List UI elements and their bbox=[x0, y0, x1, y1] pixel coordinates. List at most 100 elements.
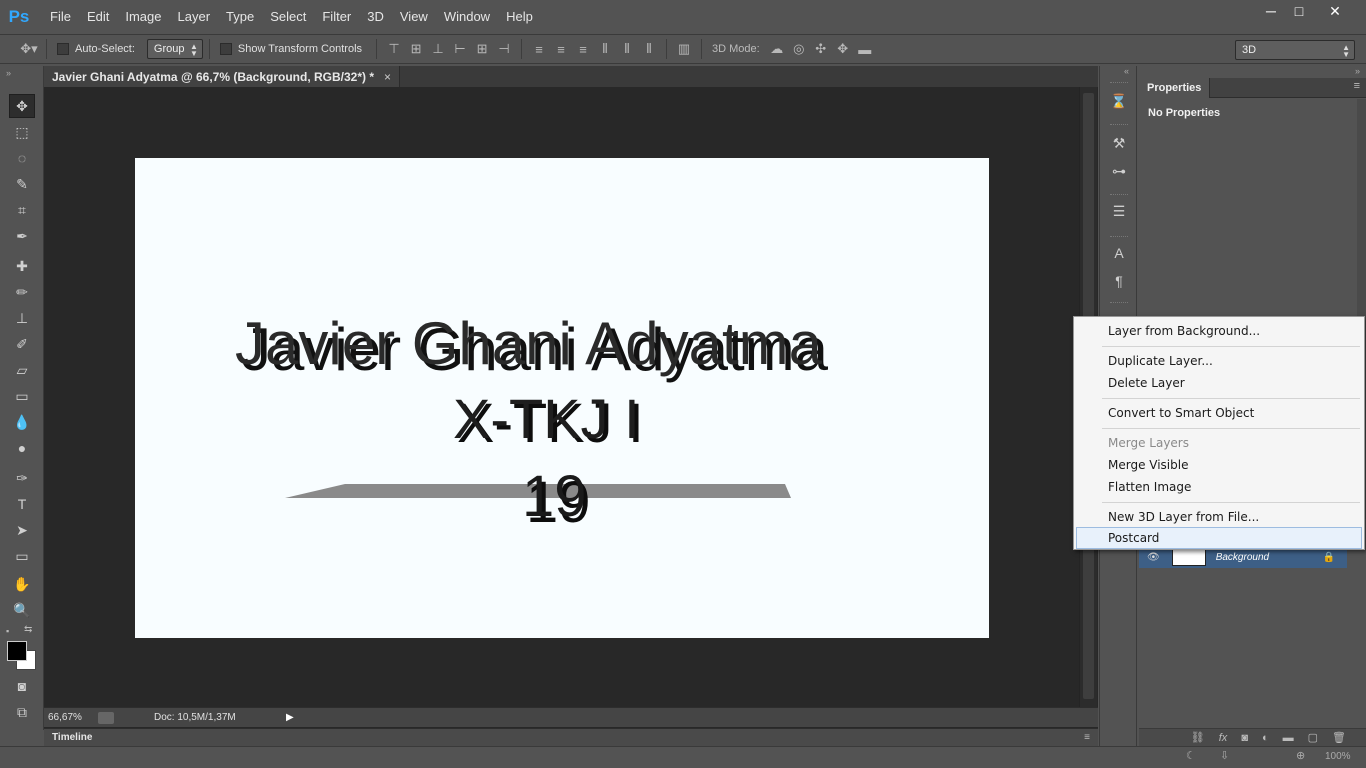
menu-select[interactable]: Select bbox=[262, 0, 314, 33]
navigate-icon[interactable]: ⇩ bbox=[1220, 749, 1229, 762]
canvas[interactable]: Javier Ghani Adyatma Javier Ghani Adyatm… bbox=[135, 158, 989, 638]
layer-comps-panel-icon[interactable]: ☰ bbox=[1107, 200, 1131, 222]
tab-properties[interactable]: Properties bbox=[1139, 78, 1211, 98]
paragraph-panel-icon[interactable]: ¶ bbox=[1107, 270, 1131, 292]
menu-type[interactable]: Type bbox=[218, 0, 262, 33]
zoom-level[interactable]: 66,67% bbox=[44, 712, 94, 723]
menu-window[interactable]: Window bbox=[436, 0, 498, 33]
dock-grip[interactable] bbox=[1110, 194, 1128, 197]
3d-rotate-icon[interactable]: ☁ bbox=[766, 38, 788, 60]
crop-tool-icon[interactable]: ⌗ bbox=[9, 198, 35, 222]
menu-item-flatten-image[interactable]: Flatten Image bbox=[1074, 476, 1364, 498]
dock-grip[interactable] bbox=[1110, 82, 1128, 85]
dock-grip[interactable] bbox=[1110, 124, 1128, 127]
collapse-dock-icon[interactable]: « bbox=[1124, 66, 1129, 76]
move-tool-icon[interactable]: ✥ bbox=[9, 94, 35, 118]
3d-slide-icon[interactable]: ✥ bbox=[832, 38, 854, 60]
adjustments-panel-icon[interactable]: ⊶ bbox=[1107, 160, 1131, 182]
menu-item-delete-layer[interactable]: Delete Layer bbox=[1074, 372, 1364, 394]
close-tab-icon[interactable]: × bbox=[384, 70, 391, 84]
swap-colors-icon[interactable]: ⇆ bbox=[24, 624, 32, 635]
panel-menu-icon[interactable]: ≡ bbox=[1354, 80, 1360, 92]
path-select-tool-icon[interactable]: ➤ bbox=[9, 518, 35, 542]
align-left-icon[interactable]: ⊢ bbox=[449, 38, 471, 60]
menu-layer[interactable]: Layer bbox=[170, 0, 219, 33]
distribute-hcenter-icon[interactable]: ⫴ bbox=[616, 38, 638, 60]
foreground-color-swatch[interactable] bbox=[7, 641, 27, 661]
panel-menu-icon[interactable]: ≡ bbox=[1084, 729, 1090, 746]
distribute-left-icon[interactable]: ⫴ bbox=[594, 38, 616, 60]
zoom-tool-icon[interactable]: 🔍 bbox=[9, 598, 35, 622]
menu-item-new-3d-layer[interactable]: New 3D Layer from File... bbox=[1074, 506, 1364, 528]
layer-name[interactable]: Background bbox=[1216, 552, 1269, 563]
align-vcenter-icon[interactable]: ⊞ bbox=[405, 38, 427, 60]
menu-image[interactable]: Image bbox=[117, 0, 169, 33]
document-tab[interactable]: Javier Ghani Adyatma @ 66,7% (Background… bbox=[44, 66, 401, 87]
menu-item-convert-smart-object[interactable]: Convert to Smart Object bbox=[1074, 402, 1364, 424]
align-bottom-icon[interactable]: ⊥ bbox=[427, 38, 449, 60]
distribute-right-icon[interactable]: ⫴ bbox=[638, 38, 660, 60]
visibility-eye-icon[interactable]: 👁 bbox=[1147, 552, 1160, 563]
fx-icon[interactable]: fx bbox=[1219, 732, 1228, 744]
menu-item-layer-from-background[interactable]: Layer from Background... bbox=[1074, 320, 1364, 342]
type-tool-icon[interactable]: T bbox=[9, 492, 35, 516]
3d-scale-icon[interactable]: ▬ bbox=[854, 38, 876, 60]
night-mode-icon[interactable]: ☾ bbox=[1186, 749, 1196, 762]
zoom-in-icon[interactable]: ⊕ bbox=[1296, 749, 1305, 762]
history-brush-tool-icon[interactable]: ✐ bbox=[9, 332, 35, 356]
collapse-panel-icon[interactable]: » bbox=[1355, 66, 1360, 76]
doc-info-icon[interactable] bbox=[98, 711, 114, 724]
show-transform-checkbox[interactable] bbox=[219, 43, 232, 55]
link-layers-icon[interactable]: ⛓ bbox=[1191, 731, 1205, 744]
auto-select-dropdown[interactable]: Group ▲ ▼ bbox=[146, 39, 203, 59]
blur-tool-icon[interactable]: 💧 bbox=[9, 410, 35, 434]
default-colors-icon[interactable]: ▪ bbox=[6, 626, 9, 636]
eyedropper-tool-icon[interactable]: ✒ bbox=[9, 224, 35, 248]
brush-tool-icon[interactable]: ✏ bbox=[9, 280, 35, 304]
menu-item-merge-visible[interactable]: Merge Visible bbox=[1074, 454, 1364, 476]
gradient-tool-icon[interactable]: ▭ bbox=[9, 384, 35, 408]
adjustment-layer-icon[interactable]: ◐ bbox=[1262, 732, 1269, 744]
dock-grip[interactable] bbox=[1110, 236, 1128, 239]
3d-pan-icon[interactable]: ✣ bbox=[810, 38, 832, 60]
dodge-tool-icon[interactable]: ● bbox=[9, 436, 35, 460]
menu-3d[interactable]: 3D bbox=[359, 0, 392, 33]
add-mask-icon[interactable]: ◙ bbox=[1241, 732, 1248, 744]
quick-mask-icon[interactable]: ◙ bbox=[9, 674, 35, 698]
pen-tool-icon[interactable]: ✑ bbox=[9, 466, 35, 490]
eraser-tool-icon[interactable]: ▱ bbox=[9, 358, 35, 382]
quick-select-tool-icon[interactable]: ✎ bbox=[9, 172, 35, 196]
new-layer-icon[interactable]: ▢ bbox=[1308, 731, 1318, 744]
brush-preset-panel-icon[interactable]: ⚒ bbox=[1107, 132, 1131, 154]
3d-roll-icon[interactable]: ◎ bbox=[788, 38, 810, 60]
menu-view[interactable]: View bbox=[392, 0, 436, 33]
auto-align-icon[interactable]: ▥ bbox=[673, 38, 695, 60]
clone-stamp-tool-icon[interactable]: ⊥ bbox=[9, 306, 35, 330]
menu-item-postcard[interactable]: Postcard bbox=[1076, 527, 1362, 549]
align-right-icon[interactable]: ⊣ bbox=[493, 38, 515, 60]
menu-file[interactable]: File bbox=[42, 0, 79, 33]
distribute-bottom-icon[interactable]: ≡ bbox=[572, 38, 594, 60]
lasso-tool-icon[interactable]: ◌ bbox=[9, 146, 35, 170]
character-panel-icon[interactable]: A bbox=[1107, 242, 1131, 264]
healing-brush-tool-icon[interactable]: ✚ bbox=[9, 254, 35, 278]
new-group-icon[interactable]: ▬ bbox=[1283, 732, 1294, 744]
move-tool-preset-icon[interactable]: ✥▾ bbox=[18, 38, 40, 60]
align-top-icon[interactable]: ⊤ bbox=[383, 38, 405, 60]
delete-layer-icon[interactable]: 🗑 bbox=[1332, 731, 1346, 744]
menu-filter[interactable]: Filter bbox=[314, 0, 359, 33]
menu-edit[interactable]: Edit bbox=[79, 0, 117, 33]
collapse-toolbox-icon[interactable]: » bbox=[6, 68, 11, 78]
menu-help[interactable]: Help bbox=[498, 0, 541, 33]
marquee-tool-icon[interactable]: ⬚ bbox=[9, 120, 35, 144]
align-hcenter-icon[interactable]: ⊞ bbox=[471, 38, 493, 60]
screen-mode-icon[interactable]: ⧉ bbox=[9, 700, 35, 724]
hand-tool-icon[interactable]: ✋ bbox=[9, 572, 35, 596]
menu-item-duplicate-layer[interactable]: Duplicate Layer... bbox=[1074, 350, 1364, 372]
dock-grip[interactable] bbox=[1110, 302, 1128, 305]
rectangle-tool-icon[interactable]: ▭ bbox=[9, 544, 35, 568]
status-menu-arrow-icon[interactable]: ▶ bbox=[286, 712, 294, 723]
close-button[interactable]: ✕ bbox=[1314, 0, 1356, 22]
workspace-dropdown[interactable]: 3D ▲ ▼ bbox=[1235, 40, 1355, 60]
timeline-panel[interactable]: Timeline ≡ bbox=[44, 728, 1098, 746]
